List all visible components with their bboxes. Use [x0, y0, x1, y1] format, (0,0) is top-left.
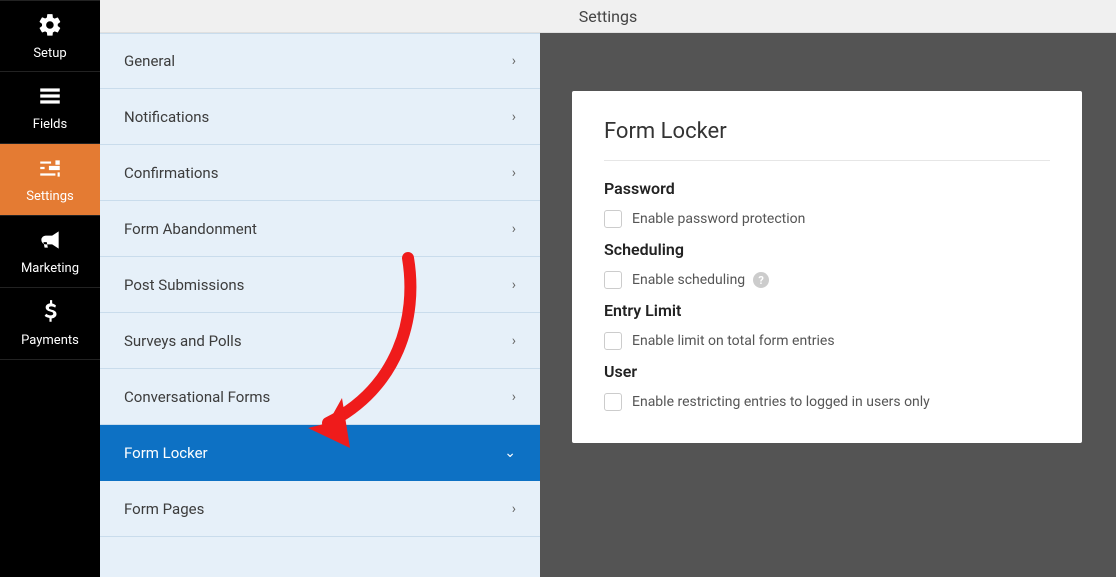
settings-item-conversational-forms[interactable]: Conversational Forms › — [100, 369, 540, 425]
password-checkbox-row[interactable]: Enable password protection — [604, 210, 1050, 228]
entry-limit-checkbox-row[interactable]: Enable limit on total form entries — [604, 332, 1050, 350]
section-title-entry-limit: Entry Limit — [604, 301, 1050, 320]
settings-spacer — [100, 537, 540, 577]
bullhorn-icon — [37, 227, 63, 257]
settings-item-surveys-polls[interactable]: Surveys and Polls › — [100, 313, 540, 369]
chevron-right-icon: › — [512, 389, 516, 405]
section-title-password: Password — [604, 179, 1050, 198]
settings-item-label: General — [124, 52, 175, 70]
page-title: Settings — [100, 0, 1116, 33]
chevron-right-icon: › — [512, 277, 516, 293]
section-title-scheduling: Scheduling — [604, 240, 1050, 259]
sliders-icon — [37, 155, 63, 185]
settings-item-label: Conversational Forms — [124, 388, 270, 406]
nav-label: Settings — [26, 189, 73, 204]
nav-label: Setup — [33, 46, 66, 61]
checkbox-icon[interactable] — [604, 393, 622, 411]
checkbox-label: Enable scheduling — [632, 272, 745, 288]
dollar-icon — [37, 299, 63, 329]
primary-nav-sidebar: Setup Fields Settings Marketing Payments — [0, 0, 100, 577]
nav-item-marketing[interactable]: Marketing — [0, 216, 100, 288]
settings-item-label: Notifications — [124, 108, 209, 126]
settings-item-label: Form Pages — [124, 500, 204, 518]
nav-label: Fields — [33, 117, 67, 132]
nav-item-setup[interactable]: Setup — [0, 0, 100, 72]
settings-item-form-locker[interactable]: Form Locker ⌄ — [100, 425, 540, 481]
settings-item-label: Post Submissions — [124, 276, 244, 294]
settings-item-general[interactable]: General › — [100, 33, 540, 89]
settings-item-notifications[interactable]: Notifications › — [100, 89, 540, 145]
settings-item-confirmations[interactable]: Confirmations › — [100, 145, 540, 201]
chevron-right-icon: › — [512, 333, 516, 349]
settings-item-label: Surveys and Polls — [124, 332, 242, 350]
scheduling-checkbox-row[interactable]: Enable scheduling ? — [604, 271, 1050, 289]
gear-icon — [37, 12, 63, 42]
main-column: Settings General › Notifications › Confi… — [100, 0, 1116, 577]
content-row: General › Notifications › Confirmations … — [100, 33, 1116, 577]
checkbox-label: Enable restricting entries to logged in … — [632, 394, 930, 410]
nav-item-settings[interactable]: Settings — [0, 144, 100, 216]
nav-item-payments[interactable]: Payments — [0, 288, 100, 360]
settings-item-post-submissions[interactable]: Post Submissions › — [100, 257, 540, 313]
settings-item-label: Confirmations — [124, 164, 218, 182]
checkbox-icon[interactable] — [604, 332, 622, 350]
form-locker-panel: Form Locker Password Enable password pro… — [572, 91, 1082, 443]
panel-title: Form Locker — [604, 119, 1050, 161]
checkbox-icon[interactable] — [604, 210, 622, 228]
list-icon — [37, 83, 63, 113]
nav-label: Payments — [21, 333, 79, 348]
chevron-right-icon: › — [512, 165, 516, 181]
nav-spacer — [0, 360, 100, 577]
settings-item-form-pages[interactable]: Form Pages › — [100, 481, 540, 537]
settings-item-label: Form Abandonment — [124, 220, 257, 238]
section-title-user: User — [604, 362, 1050, 381]
chevron-right-icon: › — [512, 221, 516, 237]
checkbox-icon[interactable] — [604, 271, 622, 289]
nav-item-fields[interactable]: Fields — [0, 72, 100, 144]
chevron-right-icon: › — [512, 501, 516, 517]
settings-item-label: Form Locker — [124, 444, 208, 462]
checkbox-label: Enable limit on total form entries — [632, 333, 835, 349]
nav-label: Marketing — [21, 261, 79, 276]
help-icon[interactable]: ? — [753, 272, 769, 288]
chevron-right-icon: › — [512, 109, 516, 125]
right-panel-area: Form Locker Password Enable password pro… — [540, 33, 1116, 577]
user-checkbox-row[interactable]: Enable restricting entries to logged in … — [604, 393, 1050, 411]
settings-submenu: General › Notifications › Confirmations … — [100, 33, 540, 577]
chevron-right-icon: › — [512, 53, 516, 69]
chevron-down-icon: ⌄ — [504, 445, 516, 461]
checkbox-label: Enable password protection — [632, 211, 805, 227]
settings-item-form-abandonment[interactable]: Form Abandonment › — [100, 201, 540, 257]
